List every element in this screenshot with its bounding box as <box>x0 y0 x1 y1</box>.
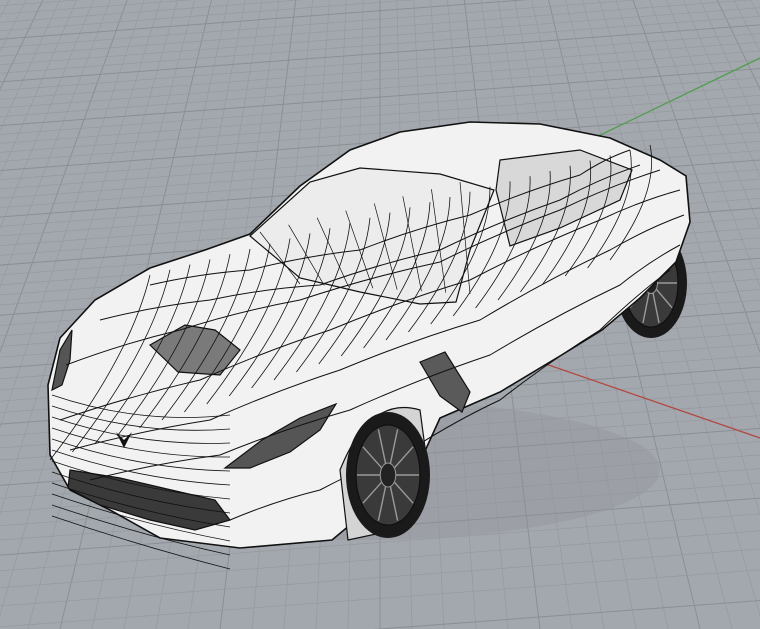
perspective-viewport[interactable] <box>0 0 760 629</box>
viewport-canvas[interactable] <box>0 0 760 629</box>
